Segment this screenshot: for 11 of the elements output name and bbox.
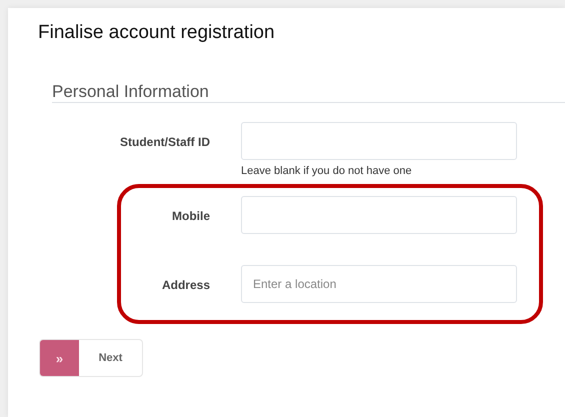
field-label: Student/Staff ID <box>120 135 210 149</box>
input-field[interactable] <box>241 196 517 234</box>
input-field[interactable] <box>241 122 517 160</box>
section-heading: Personal Information <box>52 82 209 102</box>
help-text: Leave blank if you do not have one <box>241 165 412 177</box>
field-label: Mobile <box>172 209 210 223</box>
page-title: Finalise account registration <box>38 21 275 45</box>
next-button[interactable]: » Next <box>39 339 143 377</box>
chevrons-icon: » <box>40 340 79 376</box>
input-field[interactable]: Enter a location <box>241 265 517 303</box>
field-label: Address <box>162 278 210 292</box>
